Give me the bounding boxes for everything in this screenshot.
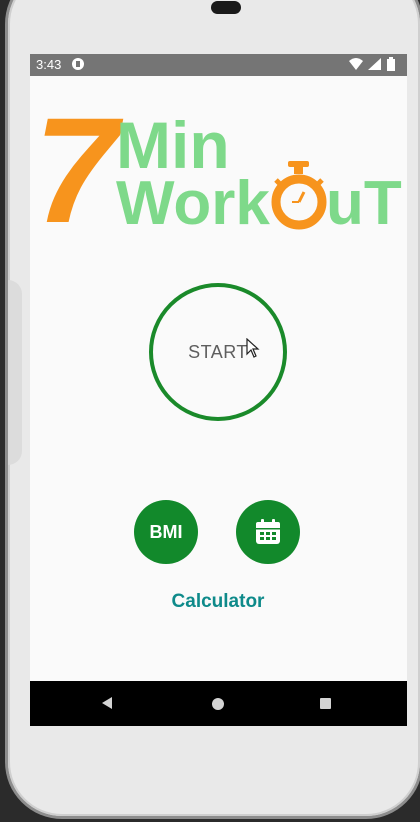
logo-word-bottom-a: Work bbox=[116, 169, 270, 236]
earpiece-speaker bbox=[211, 1, 241, 14]
notification-app-icon bbox=[72, 58, 84, 70]
status-time: 3:43 bbox=[36, 57, 62, 72]
logo-number: 7 bbox=[36, 106, 124, 236]
mouse-pointer-icon bbox=[246, 338, 260, 358]
calculator-label[interactable]: Calculator bbox=[148, 591, 288, 613]
history-button[interactable] bbox=[236, 500, 300, 564]
app-logo: 7 Min Work uT bbox=[36, 106, 402, 236]
app-screen: 3:43 7 Min Work uT START BMI Calculator bbox=[30, 54, 407, 726]
signal-icon bbox=[368, 58, 381, 70]
bmi-button-label: BMI bbox=[149, 521, 183, 542]
calendar-icon bbox=[256, 519, 280, 544]
wifi-icon bbox=[349, 58, 363, 70]
recents-icon[interactable] bbox=[320, 698, 331, 709]
status-bar: 3:43 bbox=[30, 54, 407, 76]
battery-icon bbox=[387, 57, 395, 71]
stopwatch-icon bbox=[271, 161, 327, 230]
bezel-edge bbox=[8, 280, 22, 465]
navigation-bar bbox=[30, 681, 407, 726]
start-button-label: START bbox=[188, 341, 248, 362]
status-icons bbox=[349, 57, 399, 73]
home-icon[interactable] bbox=[212, 698, 224, 710]
back-icon[interactable] bbox=[100, 696, 114, 710]
bmi-button[interactable]: BMI bbox=[134, 500, 198, 564]
logo-word-bottom-b: uT bbox=[326, 169, 402, 236]
start-button[interactable]: START bbox=[149, 283, 287, 421]
